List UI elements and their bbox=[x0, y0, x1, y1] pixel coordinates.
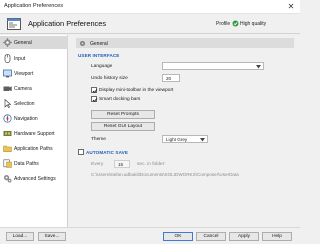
checkmark-icon bbox=[92, 89, 98, 94]
preferences-icon bbox=[7, 18, 21, 30]
mini-toolbar-label: Display mini-toolbar in the viewport bbox=[99, 88, 174, 93]
save-button[interactable]: Save... bbox=[38, 232, 66, 241]
chevron-down-icon bbox=[200, 138, 205, 142]
smart-docking-checkbox[interactable] bbox=[91, 96, 98, 103]
sidebar-item-navigation[interactable]: Navigation bbox=[0, 112, 68, 125]
navigation-icon bbox=[3, 114, 12, 123]
autosave-every-label: Every bbox=[91, 162, 104, 167]
profile-label[interactable]: Profile bbox=[216, 21, 230, 27]
general-settings-panel: General USER INTERFACE Language Undo his… bbox=[76, 35, 298, 227]
folder-icon bbox=[3, 145, 12, 152]
language-label: Language bbox=[91, 64, 113, 69]
quality-selector[interactable]: High quality bbox=[240, 21, 266, 27]
sidebar-item-label: Input bbox=[14, 56, 26, 62]
sidebar-item-advanced-settings[interactable]: Advanced Settings bbox=[0, 172, 68, 185]
sidebar-item-label: Advanced Settings bbox=[14, 176, 56, 182]
sidebar-item-selection[interactable]: Selection bbox=[0, 97, 68, 110]
quality-icon bbox=[232, 20, 239, 26]
apply-button[interactable]: Apply bbox=[229, 232, 259, 241]
group-title-automatic-save: AUTOMATIC SAVE bbox=[86, 150, 128, 155]
sidebar-item-label: General bbox=[14, 40, 32, 46]
mini-toolbar-checkbox[interactable] bbox=[91, 87, 98, 94]
section-title: General bbox=[90, 40, 108, 47]
sidebar-item-input[interactable]: Input bbox=[0, 52, 68, 65]
sidebar-nav: General Input Viewport Camera Selection bbox=[0, 35, 68, 227]
load-button[interactable]: Load... bbox=[6, 232, 34, 241]
autosave-unit-label: sec. in folder: bbox=[137, 162, 166, 167]
sidebar-item-label: Application Paths bbox=[14, 146, 53, 152]
language-dropdown[interactable] bbox=[162, 62, 264, 70]
ok-button[interactable]: OK bbox=[163, 232, 193, 241]
group-title-user-interface: USER INTERFACE bbox=[78, 53, 120, 58]
sidebar-item-camera[interactable]: Camera bbox=[0, 82, 68, 95]
undo-history-input[interactable]: 20 bbox=[162, 74, 180, 82]
reset-prompts-button[interactable]: Reset Prompts bbox=[91, 110, 155, 119]
data-paths-icon bbox=[3, 159, 12, 168]
sidebar-item-viewport[interactable]: Viewport bbox=[0, 67, 68, 80]
section-header: General bbox=[76, 38, 294, 48]
help-button[interactable]: Help bbox=[262, 232, 292, 241]
theme-value: Light Grey bbox=[166, 137, 188, 143]
checkmark-icon bbox=[92, 98, 98, 103]
sidebar-item-data-paths[interactable]: Data Paths bbox=[0, 157, 68, 170]
sidebar-item-label: Data Paths bbox=[14, 161, 39, 167]
autosave-interval-value: 15 bbox=[118, 162, 124, 168]
viewport-icon bbox=[3, 69, 12, 78]
window-close-button[interactable]: ✕ bbox=[286, 2, 296, 12]
sidebar-item-label: Navigation bbox=[14, 116, 38, 122]
mouse-icon bbox=[4, 54, 11, 63]
undo-history-value: 20 bbox=[166, 76, 172, 82]
advanced-gear-icon bbox=[4, 175, 12, 183]
selection-cursor-icon bbox=[4, 99, 12, 108]
dialog-footer: Load... Save... OK Cancel Apply Help bbox=[0, 227, 300, 244]
page-title: Application Preferences bbox=[28, 19, 107, 28]
camera-icon bbox=[3, 86, 12, 92]
sidebar-item-label: Hardware Support bbox=[14, 131, 55, 137]
cancel-button[interactable]: Cancel bbox=[196, 232, 226, 241]
sidebar-item-label: Camera bbox=[14, 86, 32, 92]
sidebar-item-hardware-support[interactable]: Hardware Support bbox=[0, 127, 68, 140]
gear-icon bbox=[3, 38, 12, 47]
gear-icon bbox=[80, 40, 85, 46]
theme-dropdown[interactable]: Light Grey bbox=[162, 135, 208, 143]
header-bar: Application Preferences Profile High qua… bbox=[0, 14, 300, 34]
autosave-interval-input[interactable]: 15 bbox=[114, 160, 130, 168]
sidebar-item-general[interactable]: General bbox=[0, 36, 68, 49]
smart-docking-label: Smart docking bars bbox=[99, 97, 141, 102]
reset-gui-layout-button[interactable]: Reset GUI Layout bbox=[91, 122, 155, 131]
autosave-folder-path[interactable]: C:\Users\stefan.adbukit\Documents\SOLIDW… bbox=[91, 172, 239, 177]
hardware-icon bbox=[3, 131, 12, 136]
undo-history-label: Undo history size bbox=[91, 76, 128, 81]
chevron-down-icon bbox=[256, 65, 261, 69]
sidebar-item-label: Viewport bbox=[14, 71, 34, 77]
sidebar-item-application-paths[interactable]: Application Paths bbox=[0, 142, 68, 155]
window-title: Application Preferences bbox=[4, 3, 64, 9]
theme-label: Theme bbox=[91, 137, 106, 142]
automatic-save-checkbox[interactable] bbox=[78, 149, 84, 155]
window-titlebar: Application Preferences ✕ bbox=[0, 0, 300, 14]
sidebar-item-label: Selection bbox=[14, 101, 35, 107]
